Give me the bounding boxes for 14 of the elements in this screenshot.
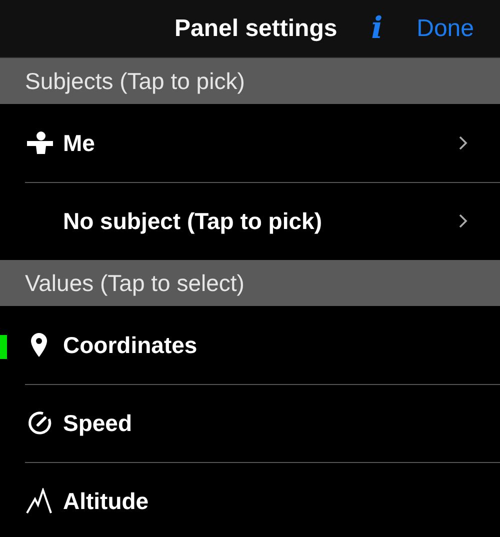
item-label: Coordinates <box>63 330 198 360</box>
person-icon <box>25 130 55 156</box>
mountain-icon <box>25 488 55 514</box>
item-label: No subject (Tap to pick) <box>63 206 322 236</box>
section-header: Values (Tap to select) <box>0 260 500 306</box>
item-label: Altitude <box>63 486 149 516</box>
section-header: Subjects (Tap to pick) <box>0 58 500 104</box>
item-label: Speed <box>63 408 132 438</box>
screen-title: Panel settings <box>174 14 338 44</box>
done-button[interactable]: Done <box>416 10 474 46</box>
chevron-icon <box>458 135 468 151</box>
info-button[interactable]: i <box>367 14 387 44</box>
chevron-icon <box>458 213 468 229</box>
item-label: Me <box>63 128 95 158</box>
